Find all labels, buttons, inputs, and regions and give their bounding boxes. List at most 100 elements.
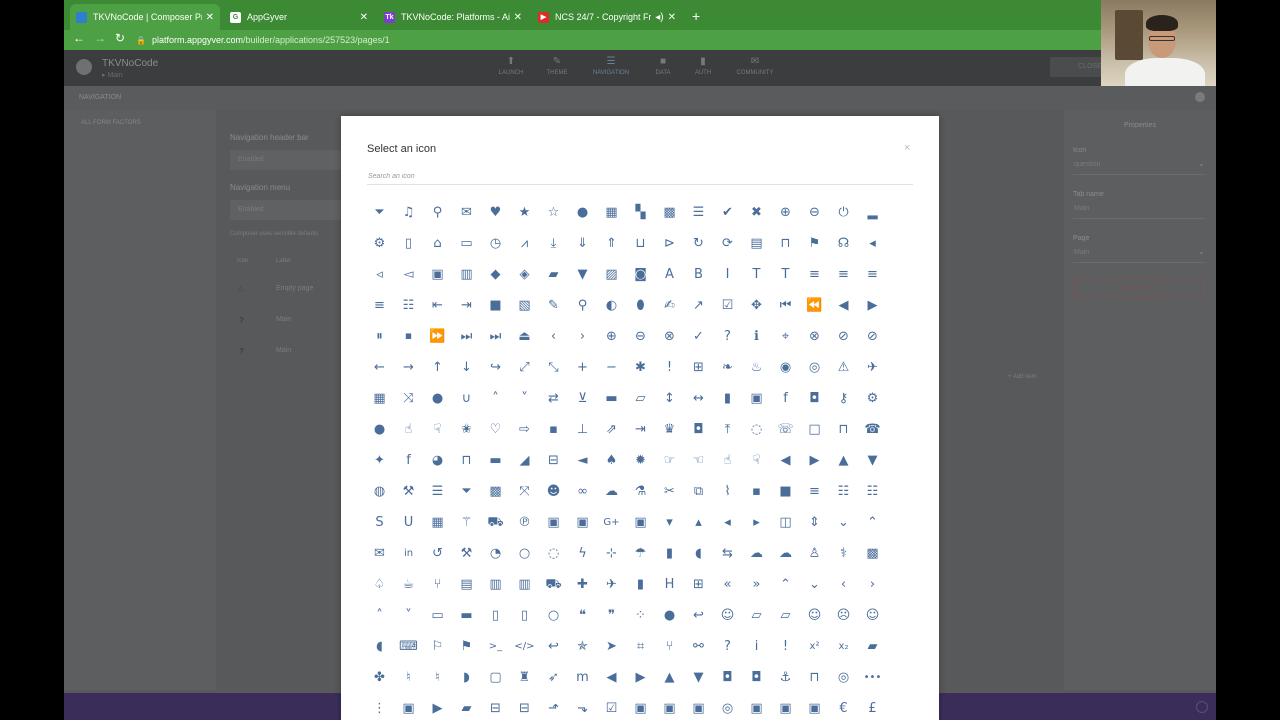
medkit-icon[interactable]: ✚	[568, 569, 597, 600]
user-icon[interactable]: ●	[568, 197, 597, 228]
mail-reply-all-icon[interactable]: ↩	[539, 631, 568, 662]
shield-icon[interactable]: ◗	[452, 662, 481, 693]
ticket-icon[interactable]: ▰	[452, 693, 481, 720]
flag-checkered-icon[interactable]: ⚑	[452, 631, 481, 662]
text-height-icon[interactable]: T	[742, 259, 771, 290]
minus-icon[interactable]: −	[597, 352, 626, 383]
pinterest-square-icon[interactable]: ▣	[539, 507, 568, 538]
forward-arrow-icon[interactable]: →	[94, 31, 106, 45]
certificate-icon[interactable]: ✹	[626, 445, 655, 476]
comment-o-icon[interactable]: ○	[510, 538, 539, 569]
file-icon[interactable]: ▭	[452, 228, 481, 259]
envelope-icon[interactable]: ✉	[452, 197, 481, 228]
bookmark-o-icon[interactable]: ⊓	[829, 414, 858, 445]
chevron-circle-up-icon[interactable]: ▲	[655, 662, 684, 693]
code-icon[interactable]: </>	[510, 631, 539, 662]
mobile-icon[interactable]: ▯	[510, 600, 539, 631]
music-icon[interactable]: ♫	[394, 197, 423, 228]
file-text-o-icon[interactable]: ▤	[452, 569, 481, 600]
folder-o-icon[interactable]: ▱	[742, 600, 771, 631]
star-outline-icon[interactable]: ☆	[539, 197, 568, 228]
caret-square-o-down-icon[interactable]: ▣	[742, 693, 771, 720]
beer-icon[interactable]: ▮	[626, 569, 655, 600]
trash-icon[interactable]: ▯	[394, 228, 423, 259]
info-icon[interactable]: i	[742, 631, 771, 662]
sort-asc-icon[interactable]: ⌃	[858, 507, 887, 538]
browser-tab[interactable]: G AppGyver ✕	[224, 4, 374, 30]
euro-icon[interactable]: €	[829, 693, 858, 720]
gift-icon[interactable]: ⊞	[684, 352, 713, 383]
group-icon[interactable]: ☻	[539, 476, 568, 507]
exclamation-icon[interactable]: !	[771, 631, 800, 662]
coffee-icon[interactable]: ☕	[394, 569, 423, 600]
reload-icon[interactable]: ↻	[115, 31, 125, 45]
comment-icon[interactable]: ●	[423, 383, 452, 414]
page-select[interactable]: Main ▾	[1073, 249, 1205, 263]
arrows-v-icon[interactable]: ↕	[655, 383, 684, 414]
backward-icon[interactable]: ◀	[829, 290, 858, 321]
chain-icon[interactable]: ∞	[568, 476, 597, 507]
github-alt-icon[interactable]: ☺	[713, 600, 742, 631]
cutlery-icon[interactable]: ⑂	[423, 569, 452, 600]
cut-icon[interactable]: ✂	[655, 476, 684, 507]
magic-icon[interactable]: ⚚	[452, 507, 481, 538]
linkedin-square-icon[interactable]: ▪	[539, 414, 568, 445]
zoom-in-icon[interactable]: ⊕	[771, 197, 800, 228]
align-center-icon[interactable]: ≡	[829, 259, 858, 290]
plus-square-icon[interactable]: ⊞	[684, 569, 713, 600]
signal-icon[interactable]: ▂	[858, 197, 887, 228]
play-circle-icon[interactable]: ⊳	[655, 228, 684, 259]
list-icon[interactable]: ☷	[394, 290, 423, 321]
refresh-icon[interactable]: ⟳	[713, 228, 742, 259]
arrow-right-icon[interactable]: →	[394, 352, 423, 383]
css3-icon[interactable]: ◘	[742, 662, 771, 693]
play-circle-solid-icon[interactable]: ▶	[423, 693, 452, 720]
chevron-down-icon[interactable]: ˅	[510, 383, 539, 414]
facebook-icon[interactable]: f	[394, 445, 423, 476]
plus-icon[interactable]: +	[568, 352, 597, 383]
tag-icon[interactable]: ◆	[481, 259, 510, 290]
eject-icon[interactable]: ⏏	[510, 321, 539, 352]
outdent-icon[interactable]: ⇤	[423, 290, 452, 321]
header-bar-select[interactable]: Enabled	[230, 150, 350, 170]
book-icon[interactable]: ▰	[539, 259, 568, 290]
pinterest-icon[interactable]: ℗	[510, 507, 539, 538]
camera-icon[interactable]: ◙	[626, 259, 655, 290]
barcode-icon[interactable]: ▥	[452, 259, 481, 290]
google-plus-square-icon[interactable]: ▣	[568, 507, 597, 538]
chevron-circle-down-icon[interactable]: ▼	[684, 662, 713, 693]
back-arrow-icon[interactable]: ←	[73, 31, 85, 45]
minus-square-o-icon[interactable]: ⊟	[510, 693, 539, 720]
bullhorn-icon[interactable]: ◄	[568, 445, 597, 476]
location-arrow-icon[interactable]: ➤	[597, 631, 626, 662]
filter-icon[interactable]: ⏷	[365, 197, 394, 228]
fire-icon[interactable]: ♨	[742, 352, 771, 383]
comments-o-icon[interactable]: ◌	[539, 538, 568, 569]
th-list-icon[interactable]: ☰	[684, 197, 713, 228]
arrow-circle-left-icon[interactable]: ◀	[771, 445, 800, 476]
phone-square-icon[interactable]: ☎	[858, 414, 887, 445]
rocket-icon[interactable]: ➶	[539, 662, 568, 693]
upload-icon[interactable]: ⤒	[713, 414, 742, 445]
puzzle-piece-icon[interactable]: ✤	[365, 662, 394, 693]
paperclip-icon[interactable]: ⌇	[713, 476, 742, 507]
strikethrough-icon[interactable]: S	[365, 507, 394, 538]
bookmark-icon[interactable]: ▼	[568, 259, 597, 290]
globe-icon[interactable]: ◍	[365, 476, 394, 507]
eraser-icon[interactable]: ▰	[858, 631, 887, 662]
bell-o-icon[interactable]: ♤	[365, 569, 394, 600]
external-link-icon[interactable]: ⇗	[597, 414, 626, 445]
hand-o-down-icon[interactable]: ☟	[742, 445, 771, 476]
question-circle-icon[interactable]: ?	[713, 321, 742, 352]
unlock-icon[interactable]: ⊓	[452, 445, 481, 476]
smile-o-icon[interactable]: ☺	[800, 600, 829, 631]
check-circle-o-icon[interactable]: ⊘	[829, 321, 858, 352]
crosshairs-icon[interactable]: ⌖	[771, 321, 800, 352]
html5-icon[interactable]: ◘	[713, 662, 742, 693]
sign-out-icon[interactable]: ⇨	[510, 414, 539, 445]
volume-down-icon[interactable]: ◃	[365, 259, 394, 290]
share-icon[interactable]: ↗	[684, 290, 713, 321]
gavel-icon[interactable]: ⚒	[452, 538, 481, 569]
user-md-icon[interactable]: ♙	[800, 538, 829, 569]
anchor-icon[interactable]: ⚓	[771, 662, 800, 693]
